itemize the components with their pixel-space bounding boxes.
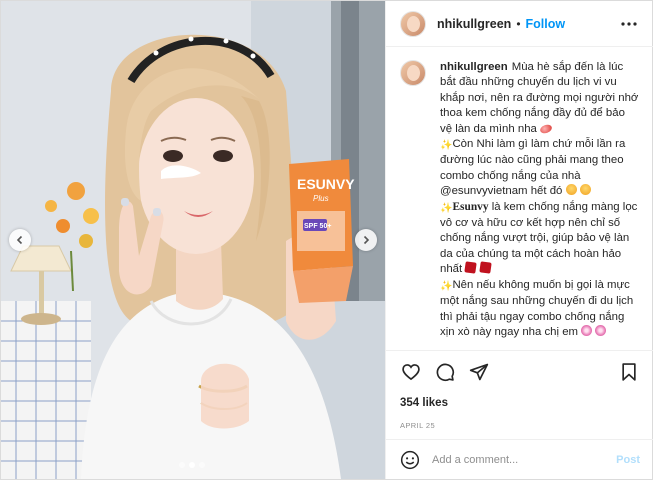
sparkle-emoji-icon: ✨ bbox=[440, 202, 453, 214]
red-emoji-icon bbox=[464, 261, 478, 274]
post-comment-button[interactable]: Post bbox=[616, 454, 640, 466]
post-actions: 354 likes April 25 bbox=[386, 350, 653, 440]
lips-emoji-icon bbox=[539, 122, 554, 135]
comment-bar: Post bbox=[386, 439, 653, 479]
flower-emoji-icon bbox=[595, 324, 607, 336]
carousel-dot bbox=[179, 462, 185, 468]
emoji-button[interactable] bbox=[400, 450, 420, 470]
chevron-right-icon bbox=[363, 235, 370, 245]
share-button[interactable] bbox=[468, 361, 490, 383]
separator-dot: • bbox=[516, 16, 521, 31]
product-sub: Plus bbox=[313, 194, 329, 203]
save-icon bbox=[622, 363, 636, 381]
emoji-icon bbox=[400, 450, 420, 469]
more-icon[interactable] bbox=[620, 15, 638, 33]
flower-emoji-icon bbox=[581, 324, 593, 336]
product-brand: ESUNVY bbox=[297, 176, 355, 192]
heart-icon bbox=[402, 364, 420, 381]
comment-button[interactable] bbox=[434, 361, 456, 383]
action-icons bbox=[400, 361, 640, 383]
carousel-indicator bbox=[179, 462, 205, 468]
post-header: nhikullgreen • Follow bbox=[386, 1, 653, 47]
sparkle-emoji-icon: ✨ bbox=[440, 140, 453, 152]
like-button[interactable] bbox=[400, 361, 422, 383]
caption: nhikullgreen Mùa hè sắp đến là lúc bắt đầ… bbox=[400, 60, 640, 340]
red-emoji-icon bbox=[478, 261, 492, 274]
caption-area: nhikullgreen Mùa hè sắp đến là lúc bắt đầ… bbox=[386, 48, 653, 350]
save-button[interactable] bbox=[618, 361, 640, 383]
caption-brand: Esunvy bbox=[452, 200, 489, 213]
caption-paragraph-2: Còn Nhi làm gì làm chứ mỗi lần ra đường … bbox=[440, 138, 626, 198]
caption-avatar[interactable] bbox=[400, 60, 426, 86]
next-slide-button[interactable] bbox=[355, 229, 377, 251]
caption-username[interactable]: nhikullgreen bbox=[440, 61, 508, 73]
photo-illustration: ESUNVY Plus SPF 50+ bbox=[1, 1, 385, 479]
previous-slide-button[interactable] bbox=[9, 229, 31, 251]
header-username[interactable]: nhikullgreen bbox=[437, 17, 511, 31]
carousel-dot-active bbox=[189, 462, 195, 468]
avatar[interactable] bbox=[400, 10, 426, 37]
likes-count[interactable]: 354 likes bbox=[400, 397, 640, 409]
smile-emoji-icon bbox=[579, 184, 591, 196]
caption-text: nhikullgreen Mùa hè sắp đến là lúc bắt đầ… bbox=[440, 60, 640, 340]
post-side-panel: nhikullgreen • Follow nhikullgreen Mùa hè… bbox=[385, 1, 653, 479]
smile-emoji-icon bbox=[565, 184, 577, 196]
carousel-dot bbox=[199, 462, 205, 468]
instagram-post: ESUNVY Plus SPF 50+ nhikullgreen • Follo… bbox=[0, 0, 653, 480]
share-icon bbox=[469, 363, 489, 381]
sparkle-emoji-icon: ✨ bbox=[440, 280, 453, 292]
comment-input[interactable] bbox=[432, 453, 607, 466]
chevron-left-icon bbox=[16, 235, 23, 245]
post-date[interactable]: April 25 bbox=[400, 421, 640, 430]
follow-button[interactable]: Follow bbox=[526, 17, 566, 31]
post-photo[interactable]: ESUNVY Plus SPF 50+ bbox=[1, 1, 385, 479]
product-spf: SPF 50+ bbox=[304, 223, 331, 230]
comment-icon bbox=[436, 363, 455, 382]
